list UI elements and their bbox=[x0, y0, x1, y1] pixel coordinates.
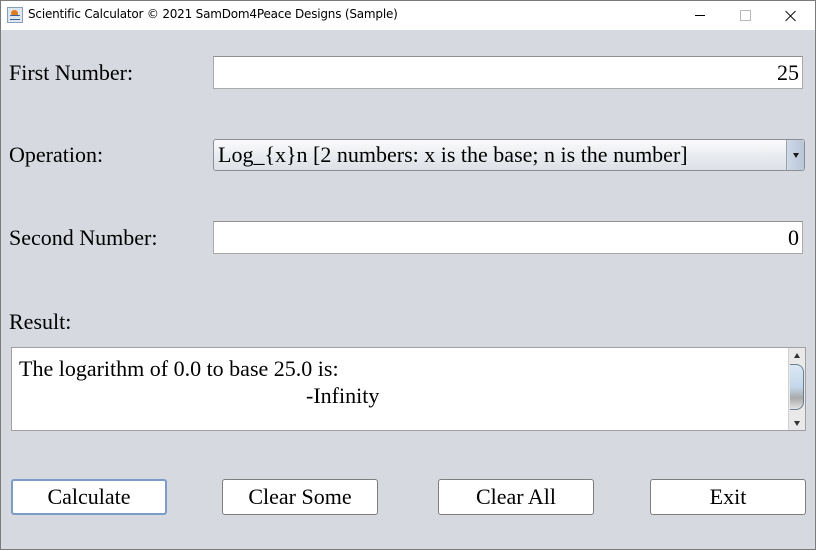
first-number-field[interactable] bbox=[213, 56, 803, 89]
scroll-down-button[interactable] bbox=[789, 416, 805, 430]
second-number-label: Second Number: bbox=[9, 225, 158, 250]
result-line-2: -Infinity bbox=[306, 383, 380, 408]
minimize-icon bbox=[695, 15, 705, 16]
first-number-label: First Number: bbox=[9, 60, 134, 85]
arrow-up-icon bbox=[794, 352, 800, 358]
scroll-up-button[interactable] bbox=[789, 348, 805, 362]
title-bar[interactable]: Scientific Calculator © 2021 SamDom4Peac… bbox=[1, 1, 815, 30]
operation-selected-value: Log_{x}n [2 numbers: x is the base; n is… bbox=[218, 142, 688, 167]
operation-label: Operation: bbox=[9, 142, 104, 167]
second-number-field[interactable] bbox=[213, 221, 803, 254]
scroll-thumb[interactable] bbox=[790, 364, 804, 410]
window-title: Scientific Calculator © 2021 SamDom4Peac… bbox=[28, 7, 398, 21]
clear-all-button[interactable]: Clear All bbox=[438, 479, 594, 515]
dropdown-arrow-button[interactable] bbox=[786, 140, 804, 170]
close-icon bbox=[785, 10, 797, 22]
maximize-button[interactable] bbox=[722, 1, 768, 30]
clear-some-button[interactable]: Clear Some bbox=[222, 479, 378, 515]
result-text-area[interactable]: The logarithm of 0.0 to base 25.0 is: -I… bbox=[11, 347, 806, 431]
calculate-button[interactable]: Calculate bbox=[11, 479, 167, 515]
arrow-down-icon bbox=[794, 420, 800, 426]
minimize-button[interactable] bbox=[677, 1, 723, 30]
java-coffee-cup-icon bbox=[7, 7, 23, 23]
calculator-window: Scientific Calculator © 2021 SamDom4Peac… bbox=[0, 0, 816, 550]
operation-dropdown[interactable]: Log_{x}n [2 numbers: x is the base; n is… bbox=[213, 139, 805, 171]
result-line-1: The logarithm of 0.0 to base 25.0 is: bbox=[19, 356, 339, 381]
chevron-down-icon bbox=[792, 152, 799, 158]
result-label: Result: bbox=[9, 309, 72, 334]
close-button[interactable] bbox=[768, 1, 814, 30]
maximize-icon bbox=[739, 10, 751, 21]
result-scrollbar[interactable] bbox=[788, 348, 805, 430]
exit-button[interactable]: Exit bbox=[650, 479, 806, 515]
